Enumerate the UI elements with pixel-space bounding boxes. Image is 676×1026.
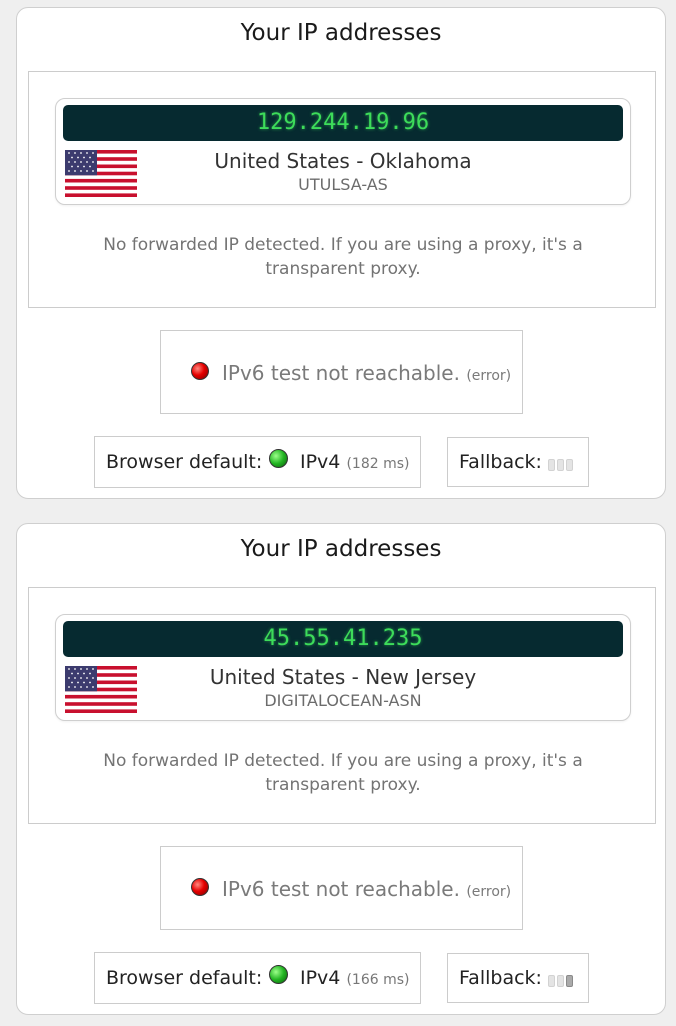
fallback-bars bbox=[548, 974, 575, 988]
fallback-label: Fallback: bbox=[459, 967, 542, 989]
ip-card: Your IP addresses 45.55.41.235 United St… bbox=[16, 523, 666, 1015]
ipv6-error-label: (error) bbox=[466, 368, 512, 384]
ipv6-status: IPv6 test not reachable. (error) bbox=[222, 361, 511, 385]
fallback-bar bbox=[557, 459, 564, 471]
browser-default-label: Browser default: bbox=[106, 967, 263, 989]
fallback-bar bbox=[557, 975, 564, 987]
asn-label: DIGITALOCEAN-ASN bbox=[264, 691, 422, 710]
latency-label: (182 ms) bbox=[346, 456, 410, 472]
card-title: Your IP addresses bbox=[240, 20, 442, 46]
browser-default-box: Browser default: IPv4 (182 ms) bbox=[94, 436, 421, 488]
ipv6-error-label: (error) bbox=[466, 884, 512, 900]
ip-info-box: 45.55.41.235 United States - New Jersey … bbox=[55, 614, 631, 721]
protocol-label: IPv4 bbox=[300, 967, 341, 989]
protocol-label: IPv4 bbox=[300, 451, 341, 473]
ip-frame: 45.55.41.235 United States - New Jersey … bbox=[28, 587, 656, 824]
browser-default-box: Browser default: IPv4 (166 ms) bbox=[94, 952, 421, 1004]
browser-default-label: Browser default: bbox=[106, 451, 263, 473]
fallback-bars bbox=[548, 458, 575, 472]
fallback-bar bbox=[566, 459, 573, 471]
fallback-bar bbox=[548, 975, 555, 987]
ipv6-status-box: IPv6 test not reachable. (error) bbox=[160, 330, 523, 414]
fallback-label: Fallback: bbox=[459, 451, 542, 473]
ip-address[interactable]: 129.244.19.96 bbox=[63, 105, 623, 141]
forwarded-ip-note: No forwarded IP detected. If you are usi… bbox=[103, 751, 583, 795]
fallback-bar bbox=[548, 459, 555, 471]
fallback-bar bbox=[566, 975, 573, 987]
fallback-box: Fallback: bbox=[447, 953, 589, 1003]
red-status-dot-icon bbox=[191, 362, 209, 380]
asn-label: UTULSA-AS bbox=[298, 175, 388, 194]
ipv6-status-box: IPv6 test not reachable. (error) bbox=[160, 846, 523, 930]
location-label: United States - New Jersey bbox=[209, 665, 477, 689]
ip-info-box: 129.244.19.96 United States - Oklahoma U… bbox=[55, 98, 631, 205]
card-title: Your IP addresses bbox=[240, 536, 442, 562]
ipv6-status-text: IPv6 test not reachable. bbox=[222, 361, 460, 385]
ipv6-status-text: IPv6 test not reachable. bbox=[222, 877, 460, 901]
ipv6-status: IPv6 test not reachable. (error) bbox=[222, 877, 511, 901]
protocol-info: IPv4 (166 ms) bbox=[300, 967, 409, 989]
ip-card: Your IP addresses 129.244.19.96 United S… bbox=[16, 7, 666, 499]
location-label: United States - Oklahoma bbox=[214, 149, 472, 173]
ip-address[interactable]: 45.55.41.235 bbox=[63, 621, 623, 657]
protocol-info: IPv4 (182 ms) bbox=[300, 451, 409, 473]
forwarded-ip-note: No forwarded IP detected. If you are usi… bbox=[103, 235, 583, 279]
ip-frame: 129.244.19.96 United States - Oklahoma U… bbox=[28, 71, 656, 308]
fallback-box: Fallback: bbox=[447, 437, 589, 487]
green-status-dot-icon bbox=[269, 965, 288, 984]
latency-label: (166 ms) bbox=[346, 972, 410, 988]
green-status-dot-icon bbox=[269, 449, 288, 468]
red-status-dot-icon bbox=[191, 878, 209, 896]
